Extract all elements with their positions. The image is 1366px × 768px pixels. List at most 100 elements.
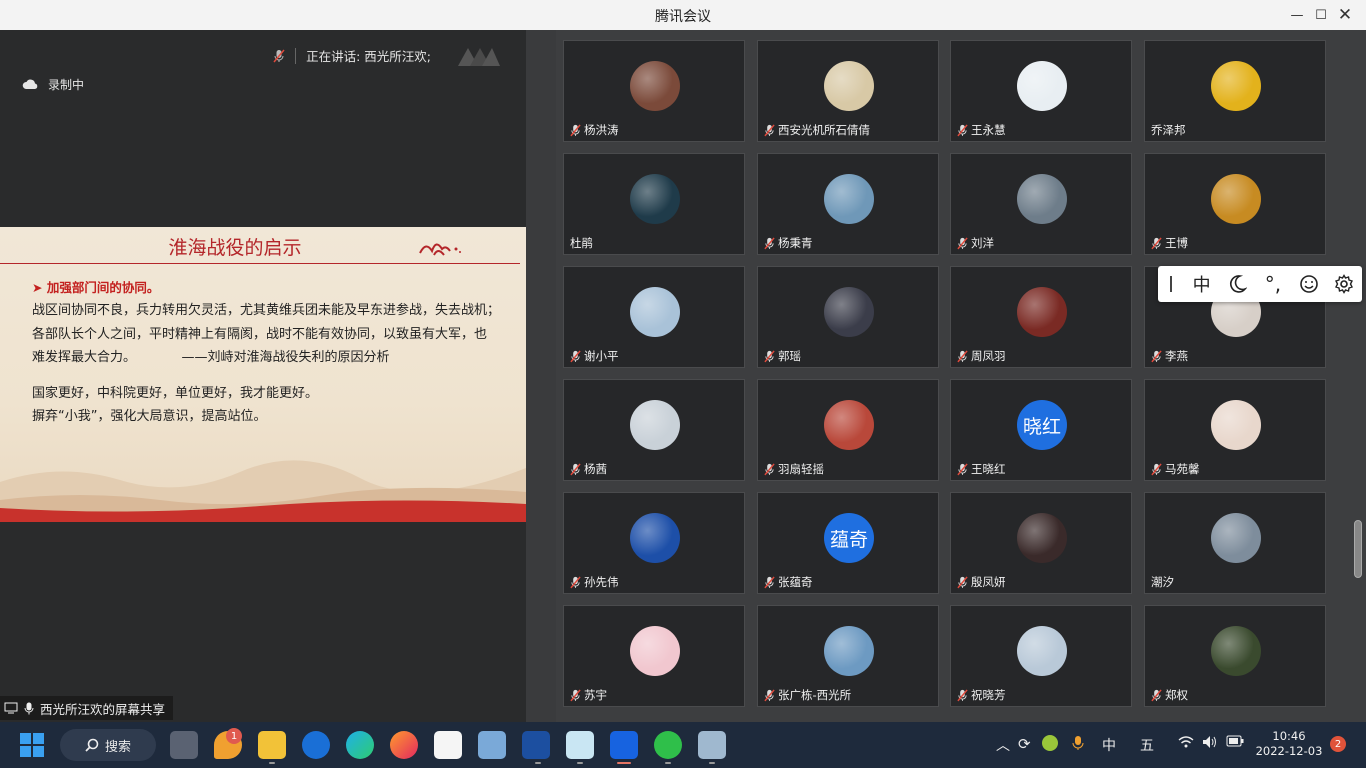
participant-tile[interactable]: 乔泽邦 [1144, 40, 1326, 142]
moon-icon[interactable] [1219, 274, 1255, 294]
participant-name: 李燕 [1165, 349, 1188, 363]
participant-avatar [630, 287, 680, 337]
participant-name: 马苑馨 [1165, 462, 1200, 476]
muted-mic-icon [957, 689, 968, 702]
clock-time: 10:46 [1272, 729, 1306, 743]
participant-name: 张蕴奇 [778, 575, 813, 589]
participant-name-label: 乔泽邦 [1151, 122, 1186, 138]
wechat-icon[interactable] [654, 731, 682, 759]
muted-mic-icon [764, 350, 775, 363]
participant-tile[interactable]: 谢小平 [563, 266, 745, 368]
participant-tile[interactable]: 王博 [1144, 153, 1326, 255]
notification-badge[interactable]: 2 [1330, 736, 1346, 752]
participant-tile[interactable]: 郭瑶 [757, 266, 939, 368]
participant-name: 苏宇 [584, 688, 607, 702]
tencent-meeting-icon[interactable] [610, 731, 638, 759]
emoji-icon[interactable] [1291, 274, 1327, 294]
edge-browser-icon[interactable] [346, 731, 374, 759]
participant-tile[interactable]: 殷凤妍 [950, 492, 1132, 594]
participant-avatar: 晓红 [1017, 400, 1067, 450]
participant-tile[interactable]: 刘洋 [950, 153, 1132, 255]
ime-language-indicator[interactable]: 中 [1102, 735, 1116, 755]
participant-name: 羽扇轻摇 [778, 462, 824, 476]
share-owner: 西光所汪欢的屏幕共享 [40, 701, 166, 717]
muted-mic-icon [764, 124, 775, 137]
participant-name-label: 王永慧 [957, 122, 1006, 138]
participant-name-label: 祝晓芳 [957, 687, 1006, 703]
ime-mode-button[interactable]: 中 [1184, 271, 1220, 297]
participant-tile[interactable]: 潮汐 [1144, 492, 1326, 594]
volume-icon[interactable] [1202, 735, 1218, 753]
gear-icon[interactable] [1326, 274, 1362, 294]
participant-name: 郭瑶 [778, 349, 801, 363]
participant-name-label: 潮汐 [1151, 574, 1174, 590]
battery-icon[interactable] [1226, 735, 1244, 751]
participant-tile[interactable]: 蕴奇 张蕴奇 [757, 492, 939, 594]
ime-drag-handle[interactable] [1158, 276, 1184, 292]
participant-tile[interactable]: 苏宇 [563, 605, 745, 707]
participant-tile[interactable]: 杨洪涛 [563, 40, 745, 142]
participant-name-label: 马苑馨 [1151, 461, 1200, 477]
app-icon-monitor[interactable] [698, 731, 726, 759]
panel-divider[interactable] [526, 30, 556, 722]
participant-name-label: 刘洋 [957, 235, 994, 251]
muted-mic-icon [273, 49, 285, 62]
participant-tile[interactable]: 杜鹃 [563, 153, 745, 255]
participant-name-label: 西安光机所石倩倩 [764, 122, 870, 138]
task-view-icon[interactable] [170, 731, 198, 759]
participant-tile[interactable]: 孙先伟 [563, 492, 745, 594]
participant-name-label: 谢小平 [570, 348, 619, 364]
cloud-icon [22, 79, 38, 89]
participant-tile[interactable]: 祝晓芳 [950, 605, 1132, 707]
app-tray-icon[interactable] [1042, 735, 1058, 751]
participant-tile[interactable]: 马苑馨 [1144, 379, 1326, 481]
ime-input-indicator[interactable]: 五 [1140, 735, 1154, 755]
muted-mic-icon [1151, 689, 1162, 702]
close-button[interactable]: ✕ [1328, 0, 1362, 30]
participant-tile[interactable]: 晓红 王晓红 [950, 379, 1132, 481]
app-icon-blue[interactable] [302, 731, 330, 759]
firefox-icon[interactable] [390, 731, 418, 759]
muted-mic-icon [570, 124, 581, 137]
muted-mic-icon [570, 689, 581, 702]
participant-name: 王永慧 [971, 123, 1006, 137]
participant-name-label: 杨洪涛 [570, 122, 619, 138]
participant-name-label: 苏宇 [570, 687, 607, 703]
participant-name: 刘洋 [971, 236, 994, 250]
participant-tile[interactable]: 西安光机所石倩倩 [757, 40, 939, 142]
app-icon-pdf[interactable] [478, 731, 506, 759]
app-icon-arp[interactable] [522, 731, 550, 759]
punctuation-icon[interactable]: °, [1255, 272, 1291, 296]
grid-scrollbar[interactable] [1354, 520, 1362, 578]
participant-tile[interactable]: 王永慧 [950, 40, 1132, 142]
recording-status: 录制中 [22, 76, 84, 93]
tencent-meeting-logo-icon [458, 48, 500, 66]
participant-avatar [630, 626, 680, 676]
windows-start-icon[interactable] [20, 733, 44, 757]
participant-tile[interactable]: 周凤羽 [950, 266, 1132, 368]
muted-mic-icon [1151, 463, 1162, 476]
microphone-icon[interactable] [1072, 735, 1084, 755]
screen-share-panel: 正在讲话: 西光所汪欢; 录制中 淮海战役的启示 ➤ 加强部门间的协同。 战区间… [0, 30, 526, 722]
shared-slide: 淮海战役的启示 ➤ 加强部门间的协同。 战区间协同不良，兵力转用欠灵活，尤其黄维… [0, 227, 526, 522]
participant-avatar [824, 61, 874, 111]
participant-tile[interactable]: 杨秉青 [757, 153, 939, 255]
file-explorer-icon[interactable] [258, 731, 286, 759]
participant-tile[interactable]: 张广栋-西光所 [757, 605, 939, 707]
chevron-up-icon[interactable]: ︿ [996, 735, 1010, 755]
muted-mic-icon [570, 576, 581, 589]
slide-line: 摒弃“小我”，强化大局意识，提高站位。 [32, 409, 267, 424]
sync-icon[interactable]: ⟳ [1018, 735, 1031, 753]
taskbar-search-button[interactable]: 搜索 [60, 729, 156, 761]
participant-tile[interactable]: 郑权 [1144, 605, 1326, 707]
app-icon-photos[interactable] [566, 731, 594, 759]
app-icon-store[interactable] [434, 731, 462, 759]
participant-tile[interactable]: 羽扇轻摇 [757, 379, 939, 481]
participant-name: 王博 [1165, 236, 1188, 250]
taskbar-clock[interactable]: 10:46 2022-12-03 [1254, 729, 1324, 759]
muted-mic-icon [764, 576, 775, 589]
participant-name-label: 殷凤妍 [957, 574, 1006, 590]
participant-tile[interactable]: 杨茜 [563, 379, 745, 481]
wifi-icon[interactable] [1178, 735, 1194, 753]
speaking-indicator: 正在讲话: 西光所汪欢; [273, 46, 431, 65]
